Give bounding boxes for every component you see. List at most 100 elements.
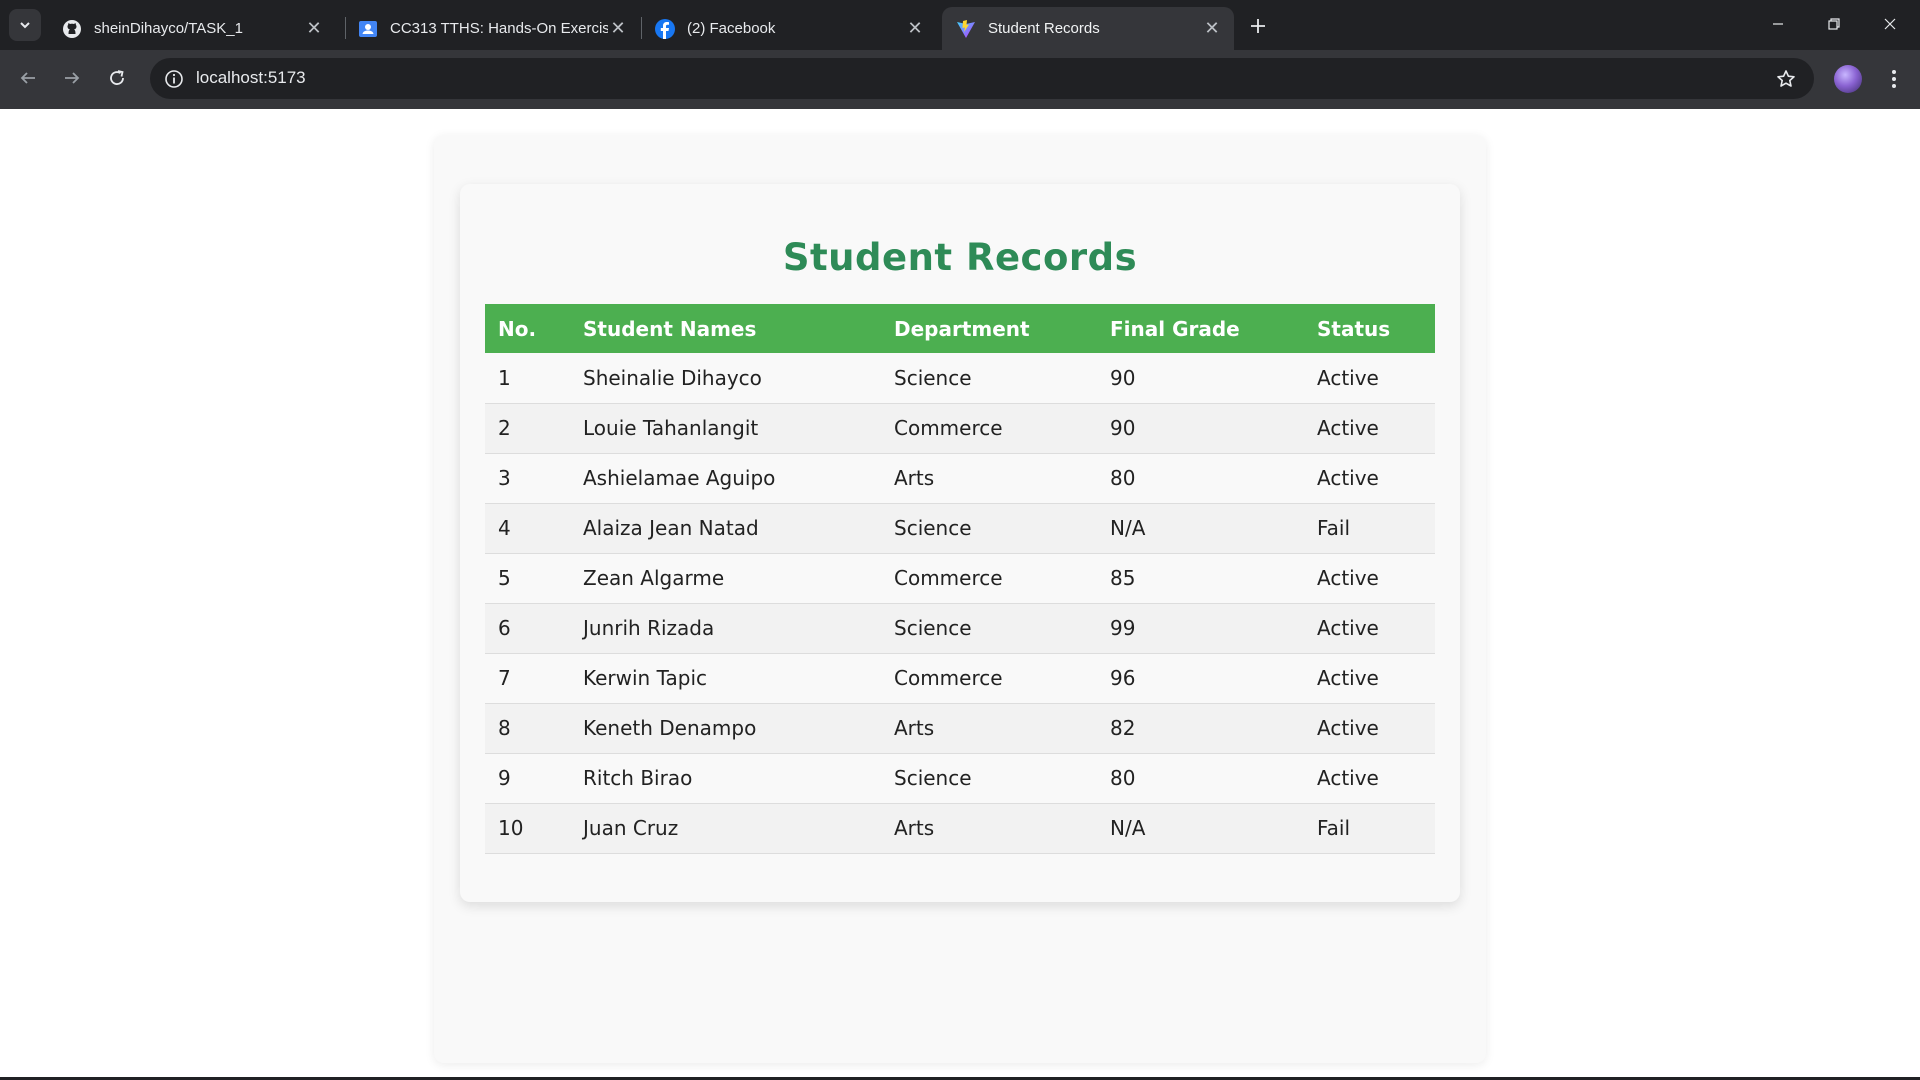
restore-button[interactable] (1814, 8, 1854, 40)
column-header-department: Department (881, 304, 1097, 353)
facebook-icon (655, 18, 675, 39)
cell-department: Commerce (881, 653, 1097, 704)
cell-status: Active (1304, 553, 1435, 604)
cell-department: Science (881, 753, 1097, 804)
cell-status: Active (1304, 353, 1435, 404)
tab-facebook[interactable]: (2) Facebook ✕ (641, 7, 937, 50)
minimize-button[interactable] (1758, 8, 1798, 40)
cell-department: Arts (881, 453, 1097, 504)
cell-no: 3 (485, 453, 570, 504)
table-row: 7 Kerwin Tapic Commerce 96 Active (485, 653, 1435, 704)
address-bar[interactable]: localhost:5173 (150, 58, 1814, 99)
cell-no: 7 (485, 653, 570, 704)
close-icon[interactable]: ✕ (608, 18, 628, 39)
cell-no: 8 (485, 703, 570, 754)
cell-student-name: Louie Tahanlangit (570, 403, 881, 454)
cell-status: Fail (1304, 503, 1435, 554)
tab-github[interactable]: sheinDihayco/TASK_1 ✕ (48, 7, 336, 50)
new-tab-button[interactable] (1244, 12, 1272, 40)
table-row: 8 Keneth Denampo Arts 82 Active (485, 703, 1435, 754)
cell-student-name: Kerwin Tapic (570, 653, 881, 704)
column-header-final-grade: Final Grade (1097, 304, 1304, 353)
tab-student-records[interactable]: Student Records ✕ (942, 7, 1234, 50)
arrow-left-icon (20, 72, 35, 84)
cell-status: Active (1304, 403, 1435, 454)
cell-student-name: Junrih Rizada (570, 603, 881, 654)
table-row: 10 Juan Cruz Arts N/A Fail (485, 803, 1435, 854)
cell-department: Science (881, 353, 1097, 404)
window-close-button[interactable] (1870, 8, 1910, 40)
cell-final-grade: N/A (1097, 503, 1304, 554)
table-row: 1 Sheinalie Dihayco Science 90 Active (485, 353, 1435, 404)
column-header-status: Status (1304, 304, 1435, 353)
cell-student-name: Sheinalie Dihayco (570, 353, 881, 404)
page-viewport: Student Records No. Student Names Depart… (0, 109, 1920, 1077)
browser-menu-button[interactable] (1880, 63, 1908, 95)
browser-tabstrip: sheinDihayco/TASK_1 ✕ CC313 TTHS: Hands-… (0, 0, 1920, 50)
cell-department: Science (881, 503, 1097, 554)
minimize-icon (1773, 23, 1783, 25)
cell-final-grade: 82 (1097, 703, 1304, 754)
restore-icon (1828, 18, 1840, 30)
cell-final-grade: 80 (1097, 753, 1304, 804)
bookmark-star-icon[interactable] (1774, 67, 1798, 91)
cell-status: Active (1304, 703, 1435, 754)
reload-icon (110, 70, 124, 85)
table-row: 2 Louie Tahanlangit Commerce 90 Active (485, 403, 1435, 454)
cell-no: 6 (485, 603, 570, 654)
classroom-icon (358, 19, 378, 39)
cell-no: 1 (485, 353, 570, 404)
cell-student-name: Ritch Birao (570, 753, 881, 804)
cell-status: Fail (1304, 803, 1435, 854)
plus-icon (1251, 19, 1265, 33)
cell-student-name: Alaiza Jean Natad (570, 503, 881, 554)
cell-student-name: Ashielamae Aguipo (570, 453, 881, 504)
cell-no: 10 (485, 803, 570, 854)
cell-status: Active (1304, 453, 1435, 504)
cell-status: Active (1304, 753, 1435, 804)
close-icon[interactable]: ✕ (1202, 18, 1222, 39)
table-row: 4 Alaiza Jean Natad Science N/A Fail (485, 503, 1435, 554)
tab-classroom[interactable]: CC313 TTHS: Hands-On Exercis ✕ (344, 7, 640, 50)
table-header-row: No. Student Names Department Final Grade… (485, 304, 1435, 353)
records-card: Student Records No. Student Names Depart… (460, 184, 1460, 902)
cell-no: 5 (485, 553, 570, 604)
site-info-icon[interactable] (162, 67, 186, 91)
close-icon (1884, 18, 1896, 30)
tab-title: Student Records (988, 20, 1100, 37)
tab-title: (2) Facebook (687, 20, 776, 37)
chevron-down-icon (20, 22, 30, 29)
cell-department: Science (881, 603, 1097, 654)
tab-title: CC313 TTHS: Hands-On Exercis (390, 20, 608, 37)
cell-final-grade: 90 (1097, 353, 1304, 404)
cell-final-grade: N/A (1097, 803, 1304, 854)
app-container: Student Records No. Student Names Depart… (434, 135, 1486, 1063)
cell-student-name: Juan Cruz (570, 803, 881, 854)
arrow-right-icon (65, 72, 80, 84)
cell-department: Commerce (881, 553, 1097, 604)
cell-final-grade: 85 (1097, 553, 1304, 604)
page-title: Student Records (782, 236, 1138, 279)
column-header-student-names: Student Names (570, 304, 881, 353)
cell-status: Active (1304, 653, 1435, 704)
cell-department: Arts (881, 803, 1097, 854)
table-row: 6 Junrih Rizada Science 99 Active (485, 603, 1435, 654)
close-icon[interactable]: ✕ (905, 18, 925, 39)
close-icon[interactable]: ✕ (304, 18, 324, 39)
back-button[interactable] (12, 62, 44, 94)
cell-final-grade: 96 (1097, 653, 1304, 704)
cell-student-name: Keneth Denampo (570, 703, 881, 754)
profile-avatar[interactable] (1834, 65, 1862, 93)
cell-status: Active (1304, 603, 1435, 654)
reload-button[interactable] (101, 62, 133, 94)
table-row: 3 Ashielamae Aguipo Arts 80 Active (485, 453, 1435, 504)
cell-no: 4 (485, 503, 570, 554)
student-records-table: No. Student Names Department Final Grade… (485, 304, 1435, 854)
vite-icon (956, 19, 976, 39)
tab-search-button[interactable] (9, 9, 41, 41)
cell-no: 9 (485, 753, 570, 804)
column-header-no: No. (485, 304, 570, 353)
cell-final-grade: 80 (1097, 453, 1304, 504)
forward-button[interactable] (56, 62, 88, 94)
browser-toolbar: localhost:5173 (0, 50, 1920, 109)
